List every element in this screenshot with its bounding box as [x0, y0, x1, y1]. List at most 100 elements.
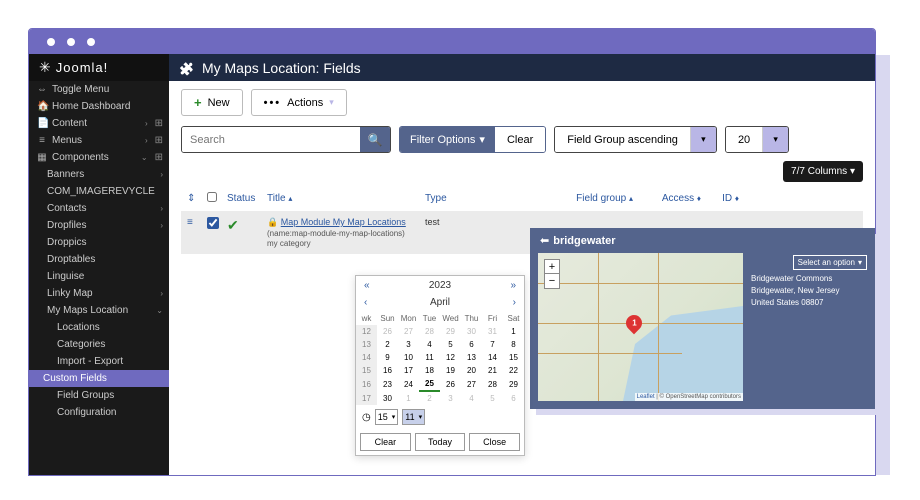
sidebar-item[interactable]: 📄Content›⊞ [29, 115, 169, 132]
select-all-checkbox[interactable] [207, 192, 217, 202]
calendar-day[interactable]: 29 [440, 325, 461, 338]
zoom-out-button[interactable]: − [545, 274, 559, 288]
prev-year-button[interactable]: « [364, 280, 370, 291]
calendar-month[interactable]: April [430, 297, 450, 308]
calendar-year[interactable]: 2023 [429, 280, 451, 291]
sidebar-item[interactable]: Import - Export [29, 353, 169, 370]
minute-select[interactable]: 11▾ [402, 409, 425, 425]
calendar-day[interactable]: 20 [461, 364, 482, 377]
calendar-day[interactable]: 4 [461, 391, 482, 405]
row-checkbox[interactable] [207, 217, 219, 229]
calendar-day[interactable]: 25 [419, 377, 440, 391]
sidebar-item[interactable]: Dropfiles› [29, 217, 169, 234]
next-year-button[interactable]: » [510, 280, 516, 291]
calendar-day[interactable]: 29 [503, 377, 524, 391]
quickadd-icon[interactable]: ⊞ [155, 135, 163, 146]
calendar-day[interactable]: 1 [503, 325, 524, 338]
calendar-day[interactable]: 19 [440, 364, 461, 377]
calendar-clear-button[interactable]: Clear [360, 433, 411, 451]
calendar-day[interactable]: 18 [419, 364, 440, 377]
calendar-day[interactable]: 28 [482, 377, 503, 391]
next-month-button[interactable]: › [513, 297, 516, 308]
quickadd-icon[interactable]: ⊞ [155, 152, 163, 163]
calendar-day[interactable]: 16 [377, 364, 398, 377]
calendar-day[interactable]: 27 [461, 377, 482, 391]
calendar-day[interactable]: 6 [503, 391, 524, 405]
sidebar-item[interactable]: My Maps Location⌄ [29, 302, 169, 319]
sidebar-item[interactable]: Linky Map› [29, 285, 169, 302]
brand-logo[interactable]: Joomla! [29, 59, 169, 76]
calendar-day[interactable]: 24 [398, 377, 419, 391]
sidebar-item[interactable]: Linguise [29, 268, 169, 285]
calendar-day[interactable]: 22 [503, 364, 524, 377]
actions-button[interactable]: ••• Actions ▾ [251, 89, 347, 116]
calendar-day[interactable]: 5 [440, 338, 461, 351]
prev-month-button[interactable]: ‹ [364, 297, 367, 308]
leaflet-link[interactable]: Leaflet [637, 394, 655, 400]
col-access[interactable]: Access ♦ [641, 193, 701, 204]
sidebar-item[interactable]: Droppics [29, 234, 169, 251]
sidebar-item[interactable]: Banners› [29, 166, 169, 183]
sidebar-item[interactable]: COM_IMAGEREVYCLE [29, 183, 169, 200]
calendar-day[interactable]: 17 [398, 364, 419, 377]
sidebar-item[interactable]: Categories [29, 336, 169, 353]
sidebar-item[interactable]: Configuration [29, 404, 169, 421]
drag-handle-icon[interactable]: ≡ [187, 217, 199, 228]
calendar-day[interactable]: 27 [398, 325, 419, 338]
sidebar-item[interactable]: Droptables [29, 251, 169, 268]
sidebar-item[interactable]: Locations [29, 319, 169, 336]
col-id[interactable]: ID ♦ [709, 193, 739, 204]
lock-icon[interactable]: 🔒 [267, 217, 278, 227]
calendar-day[interactable]: 3 [440, 391, 461, 405]
status-published-icon[interactable]: ✔ [227, 217, 259, 234]
clear-button[interactable]: Clear [495, 127, 545, 152]
back-arrow-icon[interactable]: ⬅ [540, 234, 549, 247]
sort-select[interactable]: Field Group ascending ▾ [554, 126, 717, 153]
calendar-day[interactable]: 6 [461, 338, 482, 351]
calendar-day[interactable]: 26 [440, 377, 461, 391]
calendar-close-button[interactable]: Close [469, 433, 520, 451]
calendar-day[interactable]: 21 [482, 364, 503, 377]
calendar-day[interactable]: 11 [419, 351, 440, 364]
calendar-day[interactable]: 15 [503, 351, 524, 364]
select-option-button[interactable]: Select an option ▾ [793, 255, 867, 270]
calendar-day[interactable]: 13 [461, 351, 482, 364]
sidebar-item[interactable]: Field Groups [29, 387, 169, 404]
limit-select[interactable]: 20 ▾ [725, 126, 789, 153]
calendar-day[interactable]: 1 [398, 391, 419, 405]
columns-button[interactable]: 7/7 Columns ▾ [783, 161, 863, 182]
calendar-day[interactable]: 10 [398, 351, 419, 364]
calendar-day[interactable]: 30 [461, 325, 482, 338]
calendar-day[interactable]: 30 [377, 391, 398, 405]
calendar-day[interactable]: 3 [398, 338, 419, 351]
quickadd-icon[interactable]: ⊞ [155, 118, 163, 129]
calendar-today-button[interactable]: Today [415, 433, 466, 451]
calendar-day[interactable]: 31 [482, 325, 503, 338]
col-order-icon[interactable]: ⇕ [187, 193, 199, 204]
calendar-day[interactable]: 9 [377, 351, 398, 364]
sidebar-item[interactable]: ≡Menus›⊞ [29, 132, 169, 149]
calendar-day[interactable]: 8 [503, 338, 524, 351]
calendar-day[interactable]: 26 [377, 325, 398, 338]
sidebar-item[interactable]: Custom Fields [29, 370, 169, 387]
sidebar-item[interactable]: 🏠Home Dashboard [29, 98, 169, 115]
calendar-day[interactable]: 2 [419, 391, 440, 405]
col-title[interactable]: Title ▴ [267, 193, 417, 204]
sidebar-item[interactable]: ⇔Toggle Menu [29, 81, 169, 98]
calendar-day[interactable]: 5 [482, 391, 503, 405]
zoom-in-button[interactable]: + [545, 260, 559, 274]
filter-options-button[interactable]: Filter Options ▾ [400, 127, 495, 152]
calendar-day[interactable]: 7 [482, 338, 503, 351]
col-type[interactable]: Type [425, 193, 495, 204]
search-input[interactable] [182, 127, 360, 152]
calendar-day[interactable]: 12 [440, 351, 461, 364]
calendar-day[interactable]: 28 [419, 325, 440, 338]
row-title-link[interactable]: Map Module My Map Locations [281, 217, 406, 227]
hour-select[interactable]: 15▾ [375, 409, 399, 425]
col-field-group[interactable]: Field group ▴ [503, 193, 633, 204]
sidebar-item[interactable]: ▦Components⌄⊞ [29, 149, 169, 166]
sidebar-item[interactable]: Contacts› [29, 200, 169, 217]
new-button[interactable]: + New [181, 89, 243, 116]
search-button[interactable]: 🔍 [360, 127, 390, 152]
calendar-day[interactable]: 4 [419, 338, 440, 351]
